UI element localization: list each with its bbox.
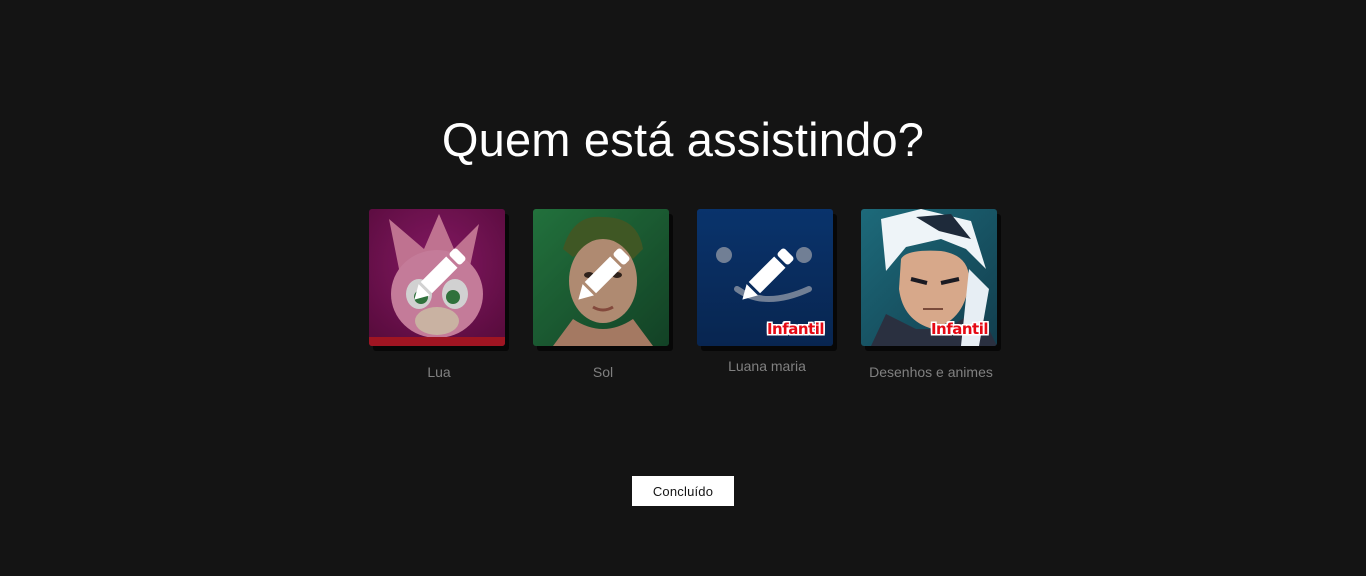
pencil-icon [414,248,466,300]
kids-badge: Infantil [766,320,825,338]
profile-manage-page: Quem está assistindo? Lua Sol Infantil L… [0,0,1366,576]
pencil-icon [742,248,794,300]
profile-avatar[interactable] [369,209,505,346]
profile-avatar[interactable]: Infantil [861,209,997,346]
profile-lua[interactable]: Lua [369,209,509,380]
kids-badge: Infantil [930,320,989,338]
profile-sol[interactable]: Sol [533,209,673,380]
page-title: Quem está assistindo? [441,113,925,166]
done-button[interactable]: Concluído [632,476,734,506]
profile-name: Lua [427,364,451,380]
profile-name: Desenhos e animes [869,364,993,380]
profile-desenhos-e-animes[interactable]: Infantil Desenhos e animes [861,209,1001,380]
profile-name: Sol [592,364,614,380]
profile-name: Luana maria [728,358,806,374]
profile-avatar[interactable] [533,209,669,346]
pencil-icon [578,248,630,300]
profile-avatar[interactable]: Infantil [697,209,833,346]
profile-luana-maria[interactable]: Infantil Luana maria [697,209,837,374]
